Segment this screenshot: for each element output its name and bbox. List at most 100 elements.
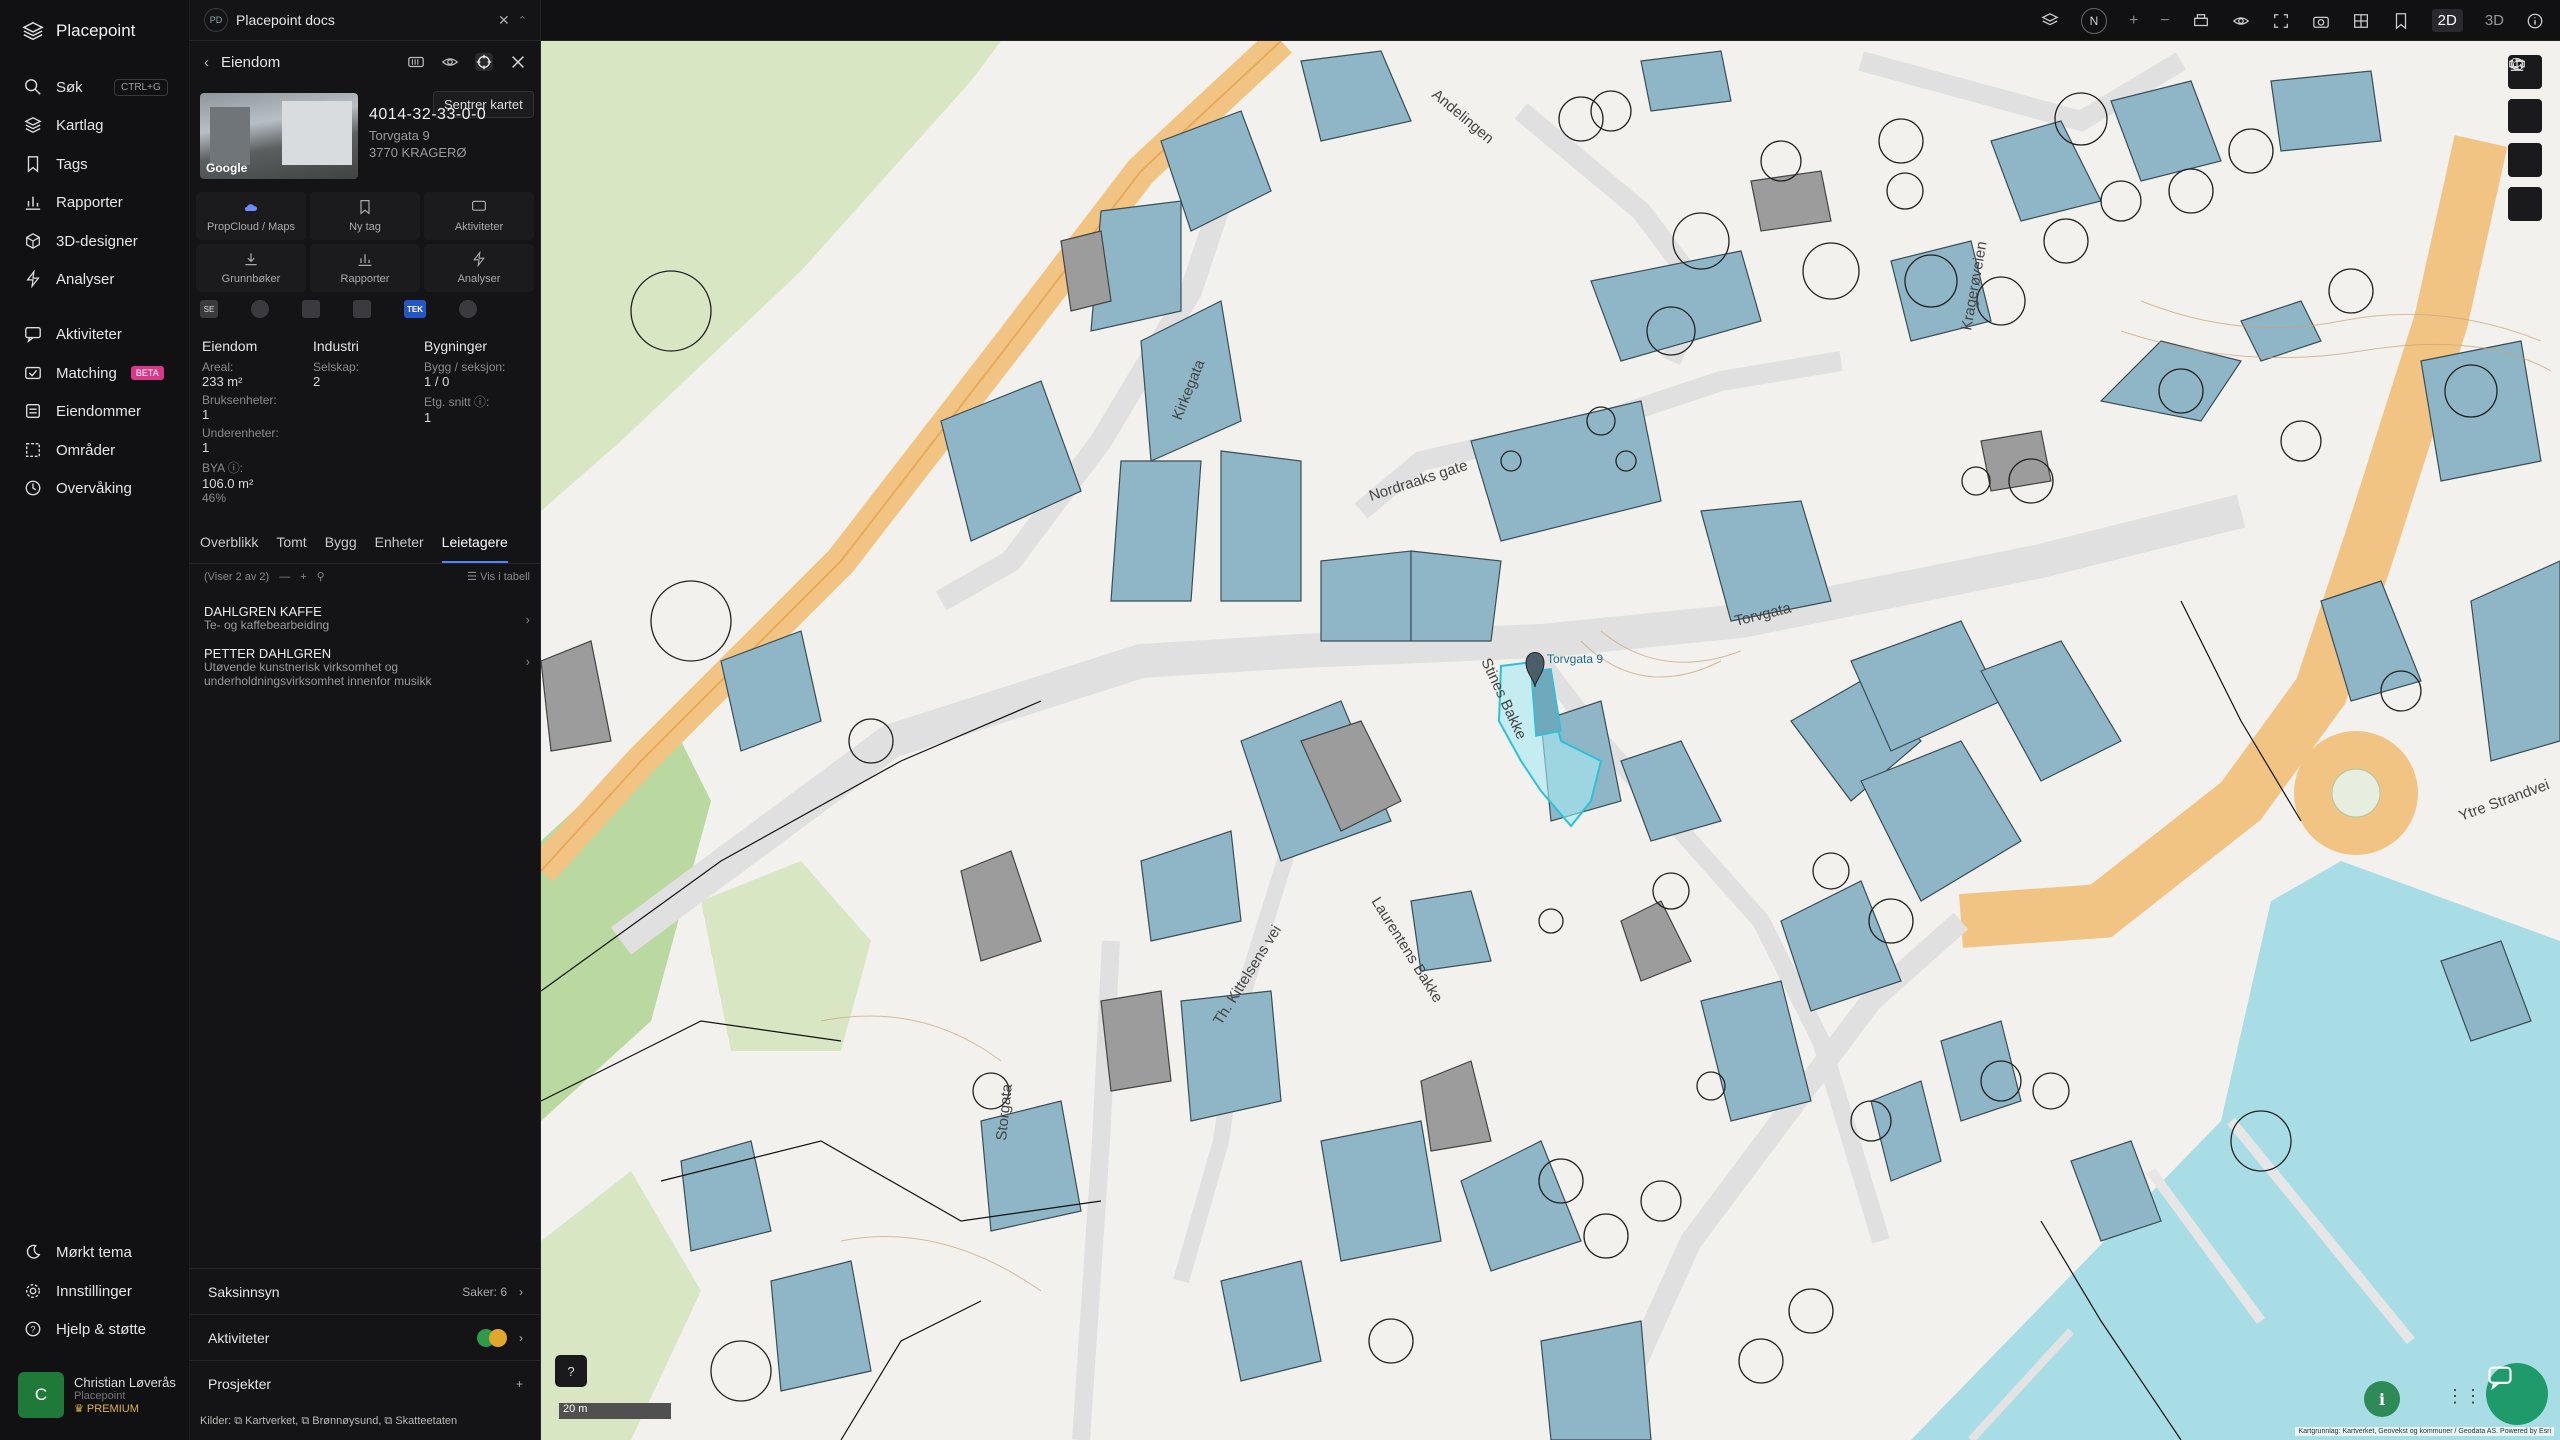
streetview-photo[interactable]: Google	[200, 93, 358, 179]
search-icon[interactable]: ⚲	[317, 570, 325, 583]
zoom-in-button[interactable]: +	[2129, 12, 2138, 30]
back-icon[interactable]: ‹	[204, 54, 209, 71]
tenant-desc: Utøvende kunstnerisk virksomhet og under…	[204, 660, 432, 688]
barcode-icon[interactable]	[407, 53, 425, 71]
propcloud-button[interactable]: PropCloud / Maps	[196, 192, 306, 240]
info-icon[interactable]	[2526, 12, 2544, 30]
layers-stack-icon[interactable]	[2041, 12, 2059, 30]
eye-icon[interactable]	[441, 53, 459, 71]
minus-icon[interactable]: —	[279, 571, 290, 583]
close-icon[interactable]	[509, 53, 527, 71]
photo-brand: Google	[206, 161, 248, 175]
nav-label: Søk	[56, 78, 83, 96]
section-saksinnsyn[interactable]: Saksinnsyn Saker: 6 ›	[190, 1268, 541, 1314]
nav-analyser[interactable]: Analyser	[24, 270, 174, 288]
shortcut-badge: CTRL+G	[114, 78, 168, 96]
info-label: Areal:	[202, 360, 234, 374]
tenant-name: PETTER DAHLGREN	[204, 646, 332, 661]
nav-dark-theme[interactable]: Mørkt tema	[24, 1243, 174, 1261]
activities-button[interactable]: Aktiviteter	[424, 192, 534, 240]
list-toolbar: (Viser 2 av 2) — + ⚲ ☰ Vis i tabell	[204, 570, 530, 584]
user-profile[interactable]: C Christian Løverås Placepoint ♛ PREMIUM	[18, 1372, 176, 1418]
list-item[interactable]: PETTER DAHLGREN Utøvende kunstnerisk vir…	[204, 646, 530, 689]
chart-icon	[25, 196, 41, 210]
nav-rapporter[interactable]: Rapporter	[24, 193, 174, 211]
tab-enheter[interactable]: Enheter	[375, 534, 424, 563]
fullscreen-icon[interactable]	[2272, 12, 2290, 30]
nav-matching[interactable]: Matching BETA	[24, 364, 174, 382]
nav-aktiviteter[interactable]: Aktiviteter	[24, 325, 174, 343]
nav-eiendommer[interactable]: Eiendommer	[24, 402, 174, 420]
tab-bygg[interactable]: Bygg	[325, 534, 357, 563]
bookmark-icon	[27, 156, 39, 173]
table-view-button[interactable]: ☰ Vis i tabell	[467, 570, 530, 583]
help-icon: ?	[25, 1321, 41, 1337]
map-canvas[interactable]: Torvgata 9 Torvgata Kirkegata Nordraaks …	[541, 41, 2560, 1440]
source-tek-icon[interactable]: TEK	[404, 300, 426, 318]
nav-3d-designer[interactable]: 3D-designer	[24, 232, 174, 250]
svg-text:?: ?	[30, 1325, 35, 1335]
building-list-icon	[26, 404, 40, 418]
source-row: SE TEK	[200, 300, 477, 318]
center-map-icon[interactable]	[475, 53, 493, 71]
source-more-icon[interactable]	[459, 300, 477, 318]
info-value: 2	[313, 374, 321, 389]
compass-north-button[interactable]: N	[2080, 7, 2107, 34]
selected-label: Torvgata 9	[1547, 652, 1603, 666]
add-project-button[interactable]: +	[516, 1377, 523, 1391]
mode-2d-button[interactable]: 2D	[2431, 9, 2463, 32]
tab-tomt[interactable]: Tomt	[276, 534, 306, 563]
drag-handle-icon[interactable]: ⋮⋮	[2446, 1386, 2482, 1407]
close-doc-icon[interactable]: ✕	[498, 12, 510, 29]
zoom-out-button[interactable]: −	[2160, 12, 2169, 30]
section-prosjekter[interactable]: Prosjekter +	[190, 1360, 541, 1406]
chat-button[interactable]	[2486, 1363, 2548, 1425]
analyses-button[interactable]: Analyser	[424, 244, 534, 292]
area-icon	[26, 443, 40, 457]
message-icon	[472, 200, 486, 211]
nav-settings[interactable]: Innstillinger	[24, 1282, 174, 1300]
sliders-icon	[2510, 58, 2524, 70]
info-pct: 46%	[202, 491, 227, 505]
new-tag-button[interactable]: Ny tag	[310, 192, 420, 240]
source-globe-icon[interactable]	[251, 300, 269, 318]
nav-help[interactable]: ? Hjelp & støtte	[24, 1320, 174, 1338]
nav-overvaking[interactable]: Overvåking	[24, 479, 174, 497]
map-info-button[interactable]: i	[2364, 1381, 2400, 1417]
section-aktiviteter[interactable]: Aktiviteter ›	[190, 1314, 541, 1360]
source-bars-icon[interactable]	[353, 300, 371, 318]
bookmark-icon[interactable]	[2392, 12, 2410, 30]
source-industry-icon[interactable]	[302, 300, 320, 318]
nav-search[interactable]: Søk CTRL+G	[24, 78, 174, 96]
map-side-tools	[2508, 55, 2542, 221]
chart-tool-button[interactable]	[2508, 59, 2542, 177]
chevron-right-icon: ›	[525, 612, 530, 627]
nav-omrader[interactable]: Områder	[24, 441, 174, 459]
reports-button[interactable]: Rapporter	[310, 244, 420, 292]
eye-icon[interactable]	[2232, 12, 2250, 30]
grid-icon[interactable]	[2352, 12, 2370, 30]
measure-tool-button[interactable]	[2508, 60, 2542, 133]
plus-icon[interactable]: +	[300, 571, 306, 583]
tab-overblikk[interactable]: Overblikk	[200, 534, 258, 563]
grunnboker-button[interactable]: Grunnbøker	[196, 244, 306, 292]
map-help-button[interactable]: ?	[555, 1355, 587, 1387]
brand[interactable]: Placepoint	[22, 20, 135, 42]
print-icon[interactable]	[2192, 12, 2210, 30]
expand-icon[interactable]: ⌃	[518, 14, 527, 27]
list-item[interactable]: DAHLGREN KAFFE Te- og kaffebearbeiding ›	[204, 604, 530, 633]
nav-tags[interactable]: Tags	[24, 155, 174, 173]
brand-name: Placepoint	[56, 21, 136, 40]
mode-3d-button[interactable]: 3D	[2485, 12, 2504, 29]
chevron-right-icon: ›	[525, 654, 530, 669]
action-label: Analyser	[457, 273, 501, 285]
source-se-icon[interactable]: SE	[200, 300, 218, 318]
info-label: Selskap:	[313, 360, 360, 374]
map-attribution: Kartgrunnlag: Kartverket, Geovekst og ko…	[2295, 1427, 2554, 1436]
doc-title[interactable]: Placepoint docs	[236, 12, 335, 28]
nav-kartlag[interactable]: Kartlag	[24, 116, 174, 134]
filter-tool-button[interactable]	[2508, 58, 2542, 221]
camera-icon[interactable]	[2312, 12, 2330, 30]
tab-leietagere[interactable]: Leietagere	[441, 534, 508, 563]
nav-label: Kartlag	[56, 116, 104, 134]
